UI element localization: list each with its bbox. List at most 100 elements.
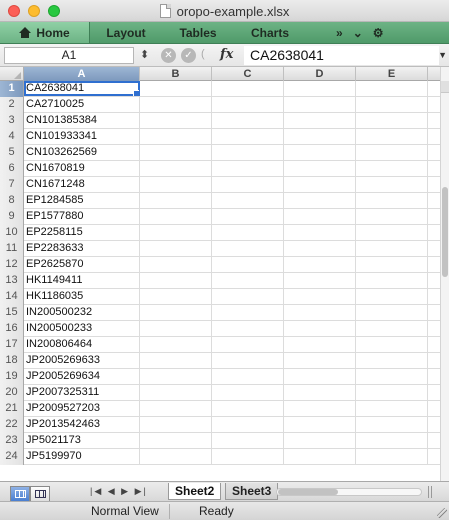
cell-column-a[interactable]: HK1186035 (24, 289, 140, 304)
cell-empty[interactable] (284, 289, 356, 304)
cell-empty[interactable] (284, 257, 356, 272)
cell-empty[interactable] (356, 113, 428, 128)
cell-empty[interactable] (356, 209, 428, 224)
cell-empty[interactable] (140, 385, 212, 400)
cell-column-a[interactable]: HK1149411 (24, 273, 140, 288)
cell-empty[interactable] (140, 289, 212, 304)
sheet-tab-sheet3[interactable]: Sheet3 (225, 483, 279, 500)
cell-empty[interactable] (284, 353, 356, 368)
cell-column-a[interactable]: CA2710025 (24, 97, 140, 112)
page-layout-view-button[interactable] (30, 486, 50, 502)
cell-empty[interactable] (284, 161, 356, 176)
horizontal-scroll-thumb[interactable] (278, 489, 338, 495)
cell-column-a[interactable]: CA2638041 (24, 81, 140, 96)
cell-empty[interactable] (140, 369, 212, 384)
cell-empty[interactable] (212, 225, 284, 240)
cell-empty[interactable] (356, 129, 428, 144)
tab-home[interactable]: Home (0, 22, 90, 43)
cell-empty[interactable] (356, 289, 428, 304)
row-header[interactable]: 9 (0, 209, 24, 225)
row-header[interactable]: 12 (0, 257, 24, 273)
cell-empty[interactable] (284, 417, 356, 432)
cell-empty[interactable] (284, 97, 356, 112)
cell-empty[interactable] (140, 113, 212, 128)
cell-empty[interactable] (356, 161, 428, 176)
sheet-tab-sheet2[interactable]: Sheet2 (168, 483, 222, 500)
row-header[interactable]: 10 (0, 225, 24, 241)
tab-charts[interactable]: Charts (234, 22, 306, 43)
cell-column-a[interactable]: JP5021173 (24, 433, 140, 448)
horizontal-scrollbar[interactable] (276, 488, 422, 496)
row-header[interactable]: 7 (0, 177, 24, 193)
cell-empty[interactable] (356, 193, 428, 208)
row-header[interactable]: 14 (0, 289, 24, 305)
row-header[interactable]: 24 (0, 449, 24, 465)
formula-input[interactable]: CA2638041 (244, 46, 439, 65)
row-header[interactable]: 20 (0, 385, 24, 401)
cell-empty[interactable] (284, 193, 356, 208)
cell-empty[interactable] (356, 257, 428, 272)
cell-empty[interactable] (284, 449, 356, 464)
cell-column-a[interactable]: EP2283633 (24, 241, 140, 256)
cell-column-a[interactable]: JP5199970 (24, 449, 140, 464)
cell-column-a[interactable]: JP2005269633 (24, 353, 140, 368)
row-header[interactable]: 13 (0, 273, 24, 289)
split-handle[interactable] (441, 81, 449, 93)
fx-icon[interactable]: fx (220, 47, 233, 62)
row-header[interactable]: 15 (0, 305, 24, 321)
column-header-a[interactable]: A (24, 67, 140, 81)
cell-empty[interactable] (284, 273, 356, 288)
cell-column-a[interactable]: IN200806464 (24, 337, 140, 352)
cell-empty[interactable] (212, 161, 284, 176)
sheet-nav-arrows[interactable]: |◀ ◀ ▶ ▶| (90, 486, 148, 497)
cell-empty[interactable] (212, 97, 284, 112)
cell-empty[interactable] (284, 337, 356, 352)
cell-empty[interactable] (284, 401, 356, 416)
cell-column-a[interactable]: EP2625870 (24, 257, 140, 272)
cell-column-a[interactable]: IN200500233 (24, 321, 140, 336)
select-all-corner[interactable] (0, 67, 24, 81)
cell-column-a[interactable]: JP2005269634 (24, 369, 140, 384)
cell-empty[interactable] (212, 241, 284, 256)
cell-empty[interactable] (356, 417, 428, 432)
cell-empty[interactable] (140, 97, 212, 112)
cell-empty[interactable] (284, 81, 356, 96)
cell-empty[interactable] (356, 305, 428, 320)
cell-column-a[interactable]: CN103262569 (24, 145, 140, 160)
cell-empty[interactable] (284, 129, 356, 144)
row-header[interactable]: 18 (0, 353, 24, 369)
row-header[interactable]: 4 (0, 129, 24, 145)
cell-empty[interactable] (212, 129, 284, 144)
cell-empty[interactable] (356, 321, 428, 336)
cancel-icon[interactable]: ✕ (161, 48, 176, 63)
cell-empty[interactable] (284, 369, 356, 384)
row-header[interactable]: 2 (0, 97, 24, 113)
cell-empty[interactable] (212, 257, 284, 272)
cell-empty[interactable] (140, 241, 212, 256)
cell-empty[interactable] (212, 369, 284, 384)
cell-empty[interactable] (212, 401, 284, 416)
cell-column-a[interactable]: JP2013542463 (24, 417, 140, 432)
cell-empty[interactable] (212, 113, 284, 128)
cell-empty[interactable] (140, 273, 212, 288)
cell-empty[interactable] (356, 353, 428, 368)
cell-column-a[interactable]: CN1670819 (24, 161, 140, 176)
cell-empty[interactable] (212, 273, 284, 288)
row-header[interactable]: 16 (0, 321, 24, 337)
row-header[interactable]: 23 (0, 433, 24, 449)
cell-empty[interactable] (140, 401, 212, 416)
cell-column-a[interactable]: CN101385384 (24, 113, 140, 128)
splitter-handle[interactable] (428, 486, 432, 498)
name-box[interactable]: A1 (4, 47, 134, 64)
cell-empty[interactable] (284, 177, 356, 192)
chevron-down-icon[interactable]: ⌄ (353, 26, 363, 40)
resize-grip-icon[interactable] (437, 508, 447, 518)
cell-empty[interactable] (356, 385, 428, 400)
cell-empty[interactable] (284, 145, 356, 160)
cell-empty[interactable] (356, 401, 428, 416)
cell-column-a[interactable]: IN200500232 (24, 305, 140, 320)
row-header[interactable]: 8 (0, 193, 24, 209)
cell-column-a[interactable]: EP1284585 (24, 193, 140, 208)
row-header[interactable]: 1 (0, 81, 24, 97)
row-header[interactable]: 22 (0, 417, 24, 433)
